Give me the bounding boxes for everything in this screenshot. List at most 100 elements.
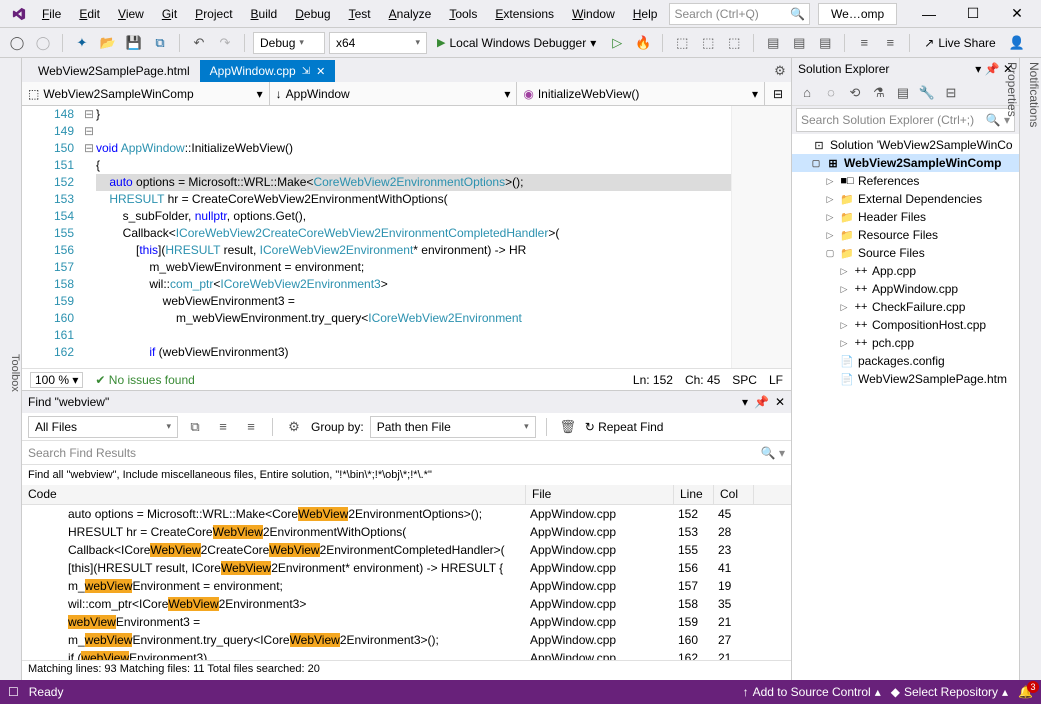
doc-tab[interactable]: WebView2SamplePage.html: [28, 60, 200, 82]
tree-node[interactable]: ▢📁Source Files: [792, 244, 1019, 262]
find-result-row[interactable]: webViewEnvironment3 =AppWindow.cpp15921: [22, 613, 791, 631]
menu-test[interactable]: Test: [341, 3, 379, 25]
sx-back-button[interactable]: ◌: [820, 82, 842, 104]
quick-search[interactable]: Search (Ctrl+Q)🔍: [669, 3, 810, 25]
tool2-button[interactable]: ▤: [788, 32, 810, 54]
tool1-button[interactable]: ▤: [762, 32, 784, 54]
start-debug-button[interactable]: ▶Local Windows Debugger▾: [431, 32, 602, 54]
menu-build[interactable]: Build: [243, 3, 286, 25]
tree-node[interactable]: ▷++pch.cpp: [792, 334, 1019, 352]
repeat-find-button[interactable]: ↻ Repeat Find: [585, 420, 664, 434]
solution-button[interactable]: We…omp: [818, 3, 897, 25]
nav-scope-combo[interactable]: ↓AppWindow▾: [270, 82, 518, 105]
pin-button[interactable]: 📌: [754, 395, 769, 409]
menu-analyze[interactable]: Analyze: [381, 3, 440, 25]
find-scope-combo[interactable]: All Files▾: [28, 416, 178, 438]
hot-reload-button[interactable]: 🔥: [632, 32, 654, 54]
code-editor[interactable]: 1481491501511521531541551561571581591601…: [22, 106, 791, 368]
forward-button[interactable]: ◯: [32, 32, 54, 54]
notifications-button[interactable]: 🔔3: [1018, 685, 1033, 699]
indent-right-button[interactable]: ≡: [879, 32, 901, 54]
save-all-button[interactable]: ⧉: [149, 32, 171, 54]
properties-tab[interactable]: Properties: [1005, 62, 1019, 680]
sx-props-button[interactable]: 🔧: [916, 82, 938, 104]
menu-view[interactable]: View: [110, 3, 152, 25]
source-control-button[interactable]: ↑ Add to Source Control ▴: [743, 685, 881, 699]
find-result-row[interactable]: HRESULT hr = CreateCoreWebView2Environme…: [22, 523, 791, 541]
repo-button[interactable]: ◆ Select Repository ▴: [891, 685, 1008, 699]
platform-combo[interactable]: x64▾: [329, 32, 427, 54]
maximize-button[interactable]: ☐: [953, 3, 993, 25]
tree-node[interactable]: ⊡Solution 'WebView2SampleWinCo: [792, 136, 1019, 154]
zoom-combo[interactable]: 100 % ▾: [30, 372, 83, 388]
menu-project[interactable]: Project: [187, 3, 240, 25]
issues-status[interactable]: ✔ No issues found: [95, 373, 194, 387]
nav-member-combo[interactable]: ◉InitializeWebView()▾: [517, 82, 765, 105]
sx-home-button[interactable]: ⌂: [796, 82, 818, 104]
tree-node[interactable]: ▷■□References: [792, 172, 1019, 190]
copy-results-button[interactable]: ⧉: [184, 416, 206, 438]
split-button[interactable]: ⊟: [765, 82, 791, 105]
close-button[interactable]: ✕: [997, 3, 1037, 25]
menu-window[interactable]: Window: [564, 3, 623, 25]
filter-button[interactable]: ⚙: [283, 416, 305, 438]
find-results-search[interactable]: Search Find Results🔍 ▾: [22, 441, 791, 465]
close-find-button[interactable]: ✕: [775, 395, 785, 409]
find-result-row[interactable]: [this](HRESULT result, ICoreWebView2Envi…: [22, 559, 791, 577]
doc-tab[interactable]: AppWindow.cpp⇲✕: [200, 60, 336, 82]
menu-git[interactable]: Git: [154, 3, 185, 25]
menu-extensions[interactable]: Extensions: [487, 3, 562, 25]
tree-node[interactable]: ▷++App.cpp: [792, 262, 1019, 280]
minimap[interactable]: [731, 106, 791, 368]
expand-button[interactable]: ≡: [212, 416, 234, 438]
menu-help[interactable]: Help: [625, 3, 666, 25]
tree-node[interactable]: ▷++AppWindow.cpp: [792, 280, 1019, 298]
config-combo[interactable]: Debug▾: [253, 32, 325, 54]
notifications-tab[interactable]: Notifications: [1027, 62, 1041, 680]
sx-tree[interactable]: ⊡Solution 'WebView2SampleWinCo▢⊞WebView2…: [792, 134, 1019, 680]
find-result-row[interactable]: m_webViewEnvironment = environment;AppWi…: [22, 577, 791, 595]
minimize-button[interactable]: —: [909, 3, 949, 25]
menu-edit[interactable]: Edit: [71, 3, 108, 25]
tool3-button[interactable]: ▤: [814, 32, 836, 54]
menu-file[interactable]: File: [34, 3, 69, 25]
tree-node[interactable]: 📄packages.config: [792, 352, 1019, 370]
tree-node[interactable]: ▷++CheckFailure.cpp: [792, 298, 1019, 316]
tree-node[interactable]: 📄WebView2SamplePage.htm: [792, 370, 1019, 388]
sx-collapse-button[interactable]: ⊟: [940, 82, 962, 104]
indent-left-button[interactable]: ≡: [853, 32, 875, 54]
dock-button[interactable]: ▾: [742, 395, 748, 409]
find-result-row[interactable]: auto options = Microsoft::WRL::Make<Core…: [22, 505, 791, 523]
toolbox-tab[interactable]: Toolbox: [0, 58, 22, 680]
sx-search[interactable]: Search Solution Explorer (Ctrl+;)🔍 ▾: [796, 108, 1015, 132]
step-out-button[interactable]: ⬚: [723, 32, 745, 54]
sx-sync-button[interactable]: ⟲: [844, 82, 866, 104]
live-share-button[interactable]: ↗ Live Share: [918, 32, 1001, 54]
tree-node[interactable]: ▷📁Resource Files: [792, 226, 1019, 244]
back-button[interactable]: ◯: [6, 32, 28, 54]
feedback-button[interactable]: 👤: [1006, 32, 1028, 54]
tree-node[interactable]: ▷📁Header Files: [792, 208, 1019, 226]
start-no-debug-button[interactable]: ▷: [606, 32, 628, 54]
menu-debug[interactable]: Debug: [287, 3, 338, 25]
step-button[interactable]: ⬚: [671, 32, 693, 54]
sx-filter-button[interactable]: ⚗: [868, 82, 890, 104]
groupby-combo[interactable]: Path then File▾: [370, 416, 536, 438]
undo-button[interactable]: ↶: [188, 32, 210, 54]
menu-tools[interactable]: Tools: [441, 3, 485, 25]
nav-class-combo[interactable]: ⬚WebView2SampleWinComp▾: [22, 82, 270, 105]
redo-button[interactable]: ↷: [214, 32, 236, 54]
sx-pin-button[interactable]: 📌: [985, 62, 1000, 76]
clear-button[interactable]: 🗑: [557, 416, 579, 438]
open-button[interactable]: 📂: [97, 32, 119, 54]
tab-options-button[interactable]: ⚙: [769, 60, 791, 82]
step-over-button[interactable]: ⬚: [697, 32, 719, 54]
find-result-row[interactable]: m_webViewEnvironment.try_query<ICoreWebV…: [22, 631, 791, 649]
tree-node[interactable]: ▷++CompositionHost.cpp: [792, 316, 1019, 334]
tree-node[interactable]: ▷📁External Dependencies: [792, 190, 1019, 208]
sx-showall-button[interactable]: ▤: [892, 82, 914, 104]
save-button[interactable]: 💾: [123, 32, 145, 54]
collapse-button[interactable]: ≡: [240, 416, 262, 438]
find-result-row[interactable]: Callback<ICoreWebView2CreateCoreWebView2…: [22, 541, 791, 559]
sx-dock-button[interactable]: ▾: [975, 62, 981, 76]
